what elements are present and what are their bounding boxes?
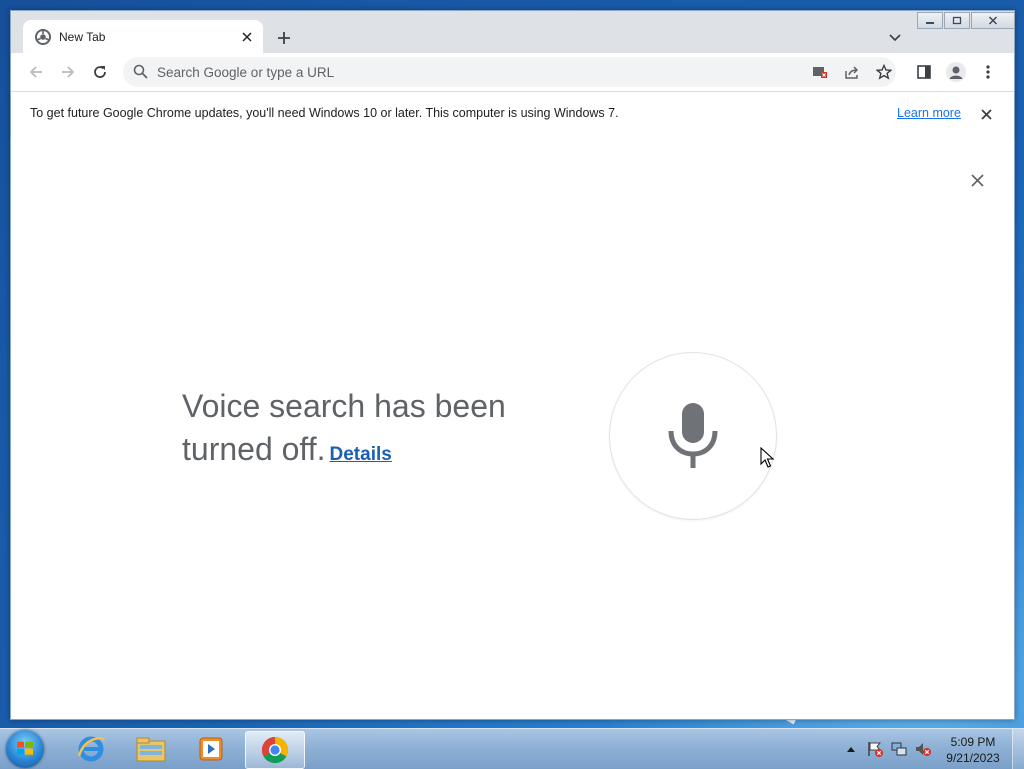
start-button[interactable]	[6, 730, 44, 768]
menu-icon[interactable]	[977, 61, 999, 83]
chrome-window: New Tab Search Google or type a URL To g…	[10, 10, 1015, 720]
taskbar: 5:09 PM 9/21/2023	[0, 728, 1024, 769]
update-infobar: To get future Google Chrome updates, you…	[11, 91, 1014, 137]
overlay-close-icon[interactable]	[968, 171, 986, 189]
tab-close-icon[interactable]	[239, 29, 255, 45]
details-link[interactable]: Details	[330, 444, 392, 465]
window-controls	[917, 12, 1016, 29]
tab-new-tab[interactable]: New Tab	[23, 20, 263, 53]
action-center-icon[interactable]	[864, 738, 886, 760]
blocked-popup-icon[interactable]	[811, 64, 829, 80]
avatar	[946, 62, 966, 82]
media-player-icon	[199, 737, 223, 761]
omnibox[interactable]: Search Google or type a URL	[123, 57, 896, 87]
tab-strip: New Tab	[11, 11, 1016, 53]
restore-icon[interactable]	[944, 12, 970, 29]
file-explorer-icon	[136, 737, 166, 762]
volume-muted-icon[interactable]	[912, 738, 934, 760]
internet-explorer-icon	[77, 736, 106, 762]
show-desktop-button[interactable]	[1012, 729, 1024, 769]
microphone-icon	[668, 403, 718, 468]
voice-search-message: Voice search has been turned off. Details	[182, 385, 542, 476]
chrome-icon	[261, 736, 289, 764]
microphone-button[interactable]	[609, 352, 777, 520]
windows-logo-icon	[17, 741, 33, 755]
infobar-message: To get future Google Chrome updates, you…	[30, 106, 619, 120]
tab-search-chevron-icon[interactable]	[885, 28, 905, 48]
taskbar-file-explorer[interactable]	[122, 731, 180, 767]
side-panel-icon[interactable]	[913, 61, 935, 83]
minimize-icon[interactable]	[917, 12, 943, 29]
show-hidden-icons[interactable]	[840, 738, 862, 760]
chrome-favicon-icon	[35, 28, 51, 45]
voice-search-overlay: Voice search has been turned off. Details	[11, 136, 1014, 719]
mouse-pointer-icon	[760, 446, 775, 474]
taskbar-chrome[interactable]	[245, 731, 305, 769]
toolbar: Search Google or type a URL	[11, 53, 1014, 91]
taskbar-media-player[interactable]	[182, 731, 240, 767]
learn-more-link[interactable]: Learn more	[897, 106, 961, 120]
clock-date: 9/21/2023	[946, 751, 1000, 765]
share-icon[interactable]	[843, 64, 861, 80]
network-icon[interactable]	[888, 738, 910, 760]
system-tray	[840, 729, 936, 769]
infobar-close-icon[interactable]	[978, 106, 994, 122]
profile-icon[interactable]	[945, 61, 967, 83]
new-tab-plus-icon[interactable]	[273, 27, 295, 49]
taskbar-internet-explorer[interactable]	[62, 731, 120, 767]
search-icon	[133, 64, 148, 84]
back-icon[interactable]	[25, 61, 47, 83]
forward-icon[interactable]	[57, 61, 79, 83]
omnibox-placeholder: Search Google or type a URL	[157, 65, 335, 80]
taskbar-clock[interactable]: 5:09 PM 9/21/2023	[942, 734, 1004, 766]
window-close-icon[interactable]	[971, 12, 1015, 29]
clock-time: 5:09 PM	[950, 735, 996, 749]
bookmark-star-icon[interactable]	[875, 64, 893, 80]
tab-title: New Tab	[59, 29, 106, 44]
reload-icon[interactable]	[89, 61, 111, 83]
